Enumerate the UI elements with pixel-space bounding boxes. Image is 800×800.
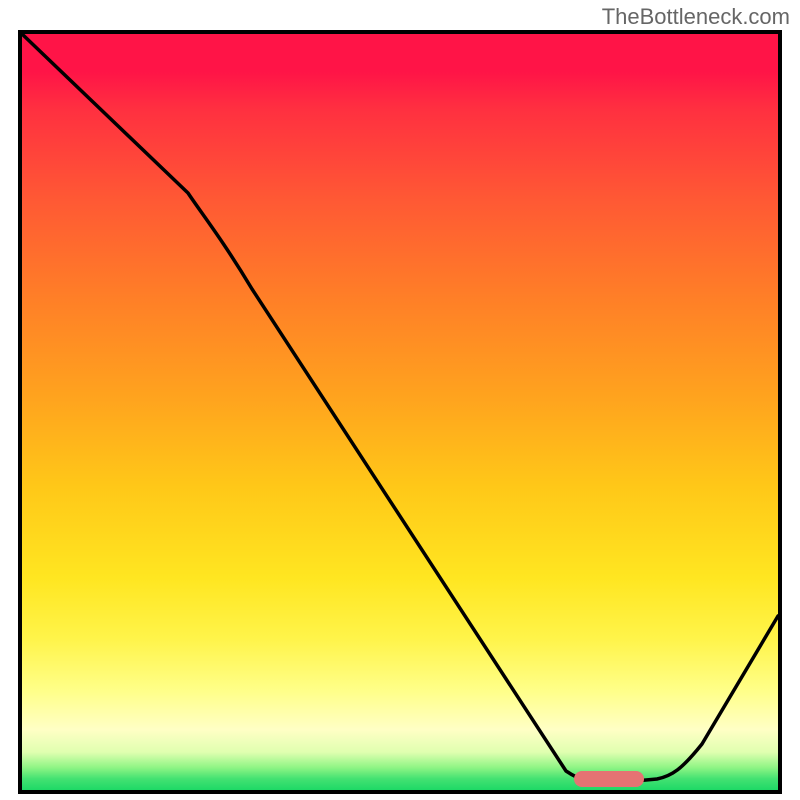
watermark-text: TheBottleneck.com: [602, 4, 790, 30]
chart-curve-svg: [22, 34, 778, 790]
bottleneck-curve-path: [22, 34, 778, 783]
chart-plot-area: [18, 30, 782, 794]
optimal-range-marker: [574, 771, 644, 787]
